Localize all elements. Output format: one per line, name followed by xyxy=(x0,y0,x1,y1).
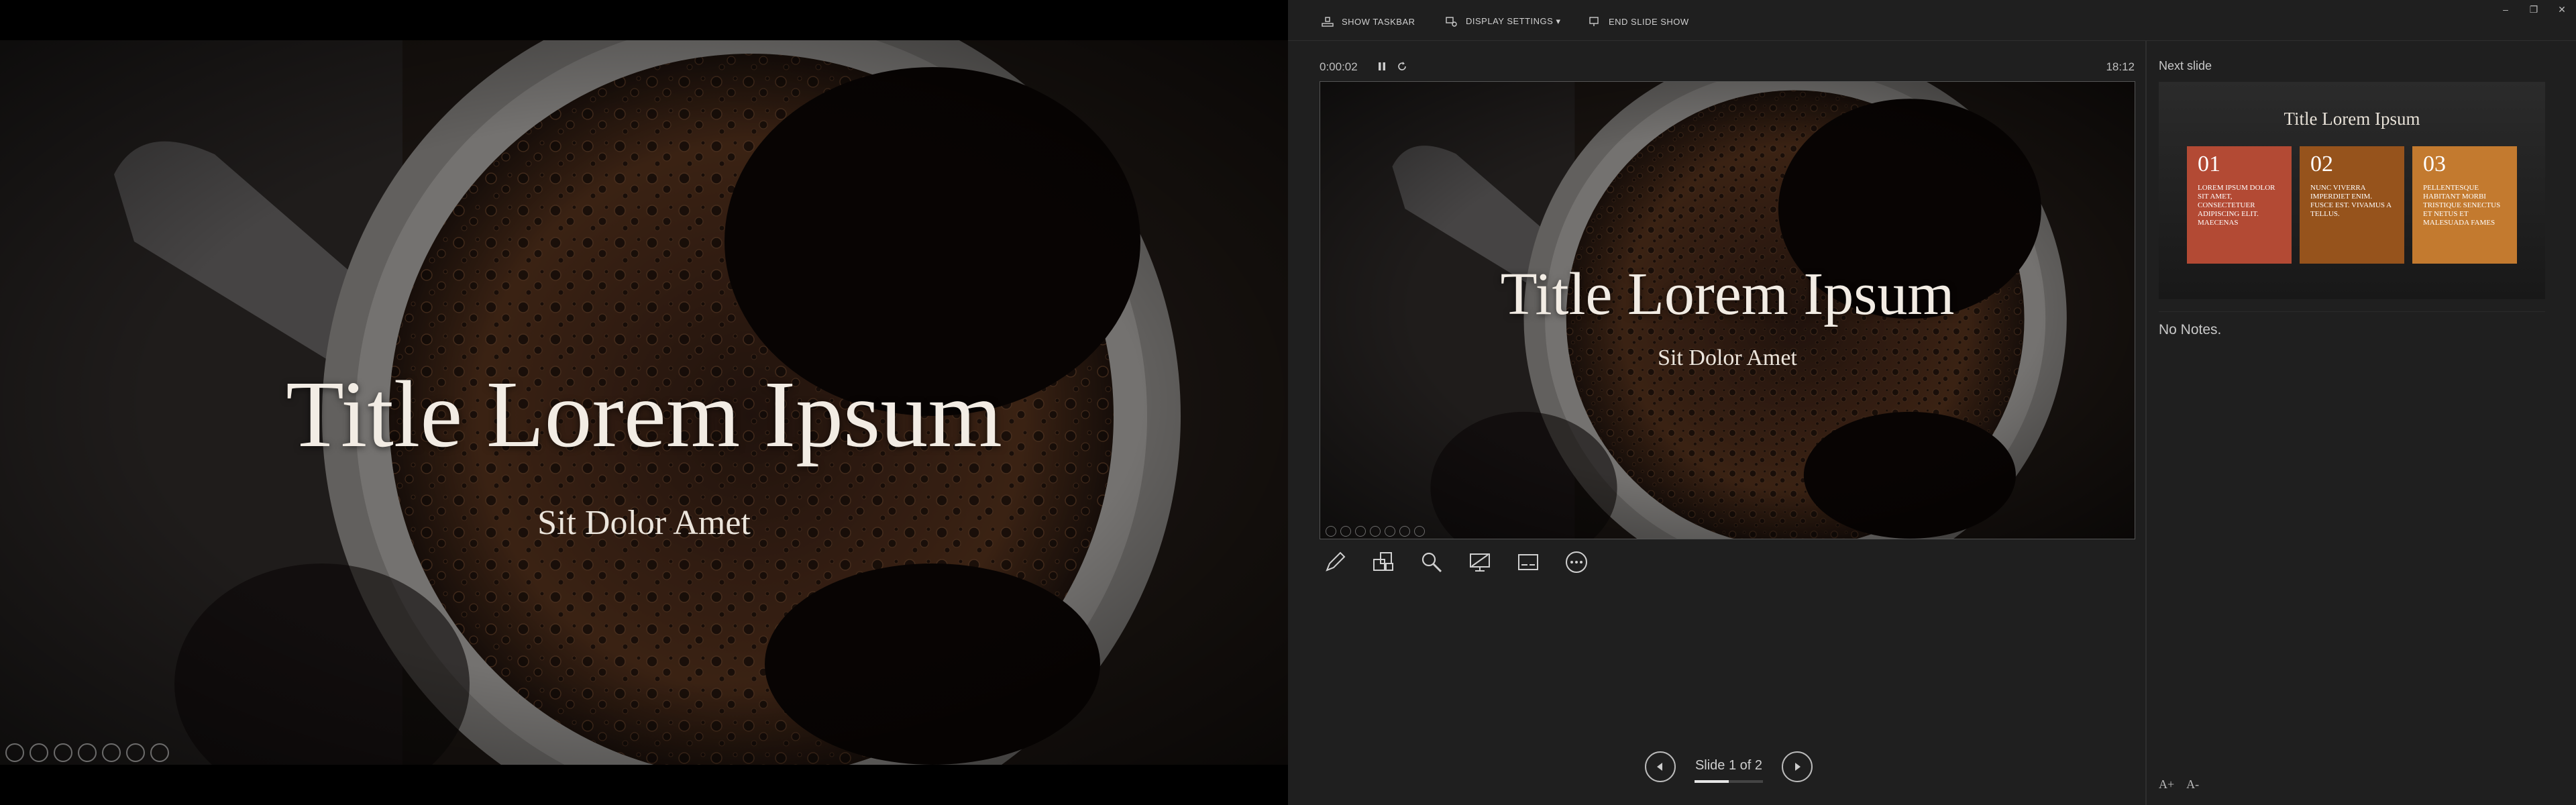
display-settings-button[interactable]: DISPLAY SETTINGS ▾ xyxy=(1444,13,1560,30)
pen-icon[interactable] xyxy=(1355,526,1366,537)
slide-title: Title Lorem Ipsum xyxy=(286,361,1002,467)
notes-font-controls: A+ A- xyxy=(2159,777,2199,792)
presenter-view: SHOW TASKBAR DISPLAY SETTINGS ▾ END SLID… xyxy=(1288,0,2576,805)
slide-counter[interactable]: Slide 1 of 2 xyxy=(1681,758,1776,773)
show-taskbar-label: SHOW TASKBAR xyxy=(1342,16,1415,27)
next-icon[interactable] xyxy=(30,743,48,762)
decrease-font-button[interactable]: A- xyxy=(2186,777,2199,792)
increase-font-button[interactable]: A+ xyxy=(2159,777,2174,792)
next-slide-card: 01 Lorem ipsum dolor sit amet, consectet… xyxy=(2187,146,2292,264)
see-all-slides-icon[interactable] xyxy=(1368,547,1398,577)
subtitles-icon[interactable] xyxy=(1513,547,1543,577)
minimize-button[interactable]: – xyxy=(2491,0,2520,19)
divider xyxy=(2159,311,2545,312)
audience-display: Title Lorem Ipsum Sit Dolor Amet xyxy=(0,0,1288,805)
zoom-icon[interactable] xyxy=(1385,526,1395,537)
more-options-icon[interactable] xyxy=(1414,526,1425,537)
pen-icon[interactable] xyxy=(54,743,72,762)
card-text: Nunc viverra imperdiet enim. Fusce est. … xyxy=(2310,184,2392,218)
presenter-tools xyxy=(1320,547,1591,577)
slide-progress-bar xyxy=(1695,780,1763,783)
clock: 18:12 xyxy=(2106,60,2135,73)
slideshow-controls xyxy=(5,743,169,762)
previous-arrow-icon xyxy=(1657,763,1662,771)
end-slide-show-label: END SLIDE SHOW xyxy=(1609,16,1689,27)
current-slide-preview[interactable]: Title Lorem Ipsum Sit Dolor Amet xyxy=(1320,81,2135,539)
next-slide-card: 02 Nunc viverra imperdiet enim. Fusce es… xyxy=(2300,146,2404,264)
next-slide-card: 03 Pellentesque habitant morbi tristique… xyxy=(2412,146,2517,264)
black-screen-icon[interactable] xyxy=(1465,547,1495,577)
slide-progress-fill xyxy=(1695,780,1729,783)
next-slide-preview[interactable]: Title Lorem Ipsum 01 Lorem ipsum dolor s… xyxy=(2159,82,2545,299)
slideshow-controls xyxy=(1326,526,1425,537)
zoom-icon[interactable] xyxy=(102,743,121,762)
pause-timer-icon[interactable] xyxy=(1375,59,1389,74)
more-options-icon[interactable] xyxy=(150,743,169,762)
next-slide-label: Next slide xyxy=(2159,59,2212,72)
previous-slide-button[interactable] xyxy=(1645,751,1676,782)
next-slide-title: Title Lorem Ipsum xyxy=(2284,109,2420,129)
pen-icon[interactable] xyxy=(1320,547,1350,577)
previous-icon[interactable] xyxy=(1326,526,1336,537)
show-taskbar-button[interactable]: SHOW TASKBAR xyxy=(1320,13,1415,30)
elapsed-timer: 0:00:02 xyxy=(1320,60,1358,73)
next-arrow-icon xyxy=(1795,763,1801,771)
end-show-icon xyxy=(1587,14,1602,29)
slide-title: Title Lorem Ipsum xyxy=(1500,261,1955,327)
next-slide-button[interactable] xyxy=(1782,751,1813,782)
close-button[interactable]: ✕ xyxy=(2548,0,2576,19)
more-options-icon[interactable] xyxy=(1562,547,1591,577)
slide-canvas[interactable]: Title Lorem Ipsum Sit Dolor Amet xyxy=(0,40,1288,765)
card-number: 02 xyxy=(2310,152,2333,176)
restart-timer-icon[interactable] xyxy=(1395,59,1409,74)
subtitles-icon[interactable] xyxy=(126,743,145,762)
presenter-toolbar: SHOW TASKBAR DISPLAY SETTINGS ▾ END SLID… xyxy=(1288,0,2576,41)
card-number: 03 xyxy=(2423,152,2446,176)
see-all-slides-icon[interactable] xyxy=(1370,526,1381,537)
see-all-slides-icon[interactable] xyxy=(78,743,97,762)
taskbar-icon xyxy=(1320,14,1335,29)
window-controls: – ❐ ✕ xyxy=(2491,0,2576,19)
next-icon[interactable] xyxy=(1340,526,1351,537)
card-text: Pellentesque habitant morbi tristique se… xyxy=(2423,184,2501,227)
card-number: 01 xyxy=(2198,152,2220,176)
card-text: Lorem ipsum dolor sit amet, consectetuer… xyxy=(2198,184,2275,227)
zoom-icon[interactable] xyxy=(1417,547,1446,577)
slide-subtitle: Sit Dolor Amet xyxy=(537,504,751,542)
presenter-sidebar: Next slide Title Lorem Ipsum 01 Lorem ip… xyxy=(2145,40,2576,805)
timer-row: 0:00:02 18:12 xyxy=(1320,59,2135,75)
speaker-notes[interactable]: No Notes. xyxy=(2159,322,2221,338)
slide-navigation: Slide 1 of 2 xyxy=(1645,750,1813,784)
slide-subtitle: Sit Dolor Amet xyxy=(1658,345,1797,370)
display-settings-icon xyxy=(1444,14,1459,29)
end-slide-show-button[interactable]: END SLIDE SHOW xyxy=(1587,13,1689,30)
restore-button[interactable]: ❐ xyxy=(2520,0,2548,19)
subtitles-icon[interactable] xyxy=(1399,526,1410,537)
previous-icon[interactable] xyxy=(5,743,24,762)
display-settings-label: DISPLAY SETTINGS ▾ xyxy=(1466,16,1561,26)
